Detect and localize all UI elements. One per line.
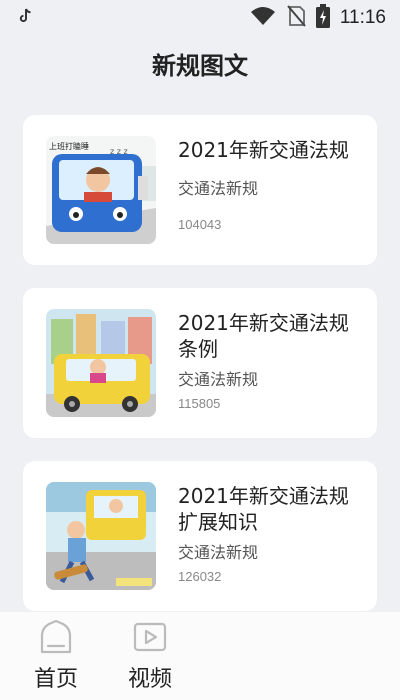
tab-video-label: 视频 xyxy=(127,667,172,692)
article-category: 交通法新规 xyxy=(178,179,259,198)
tab-home-label: 首页 xyxy=(33,667,78,692)
view-count: 104043 xyxy=(178,217,222,232)
bus-sign-text: 上班打瞌睡 xyxy=(49,141,89,151)
article-title-line: 条例 xyxy=(178,337,218,361)
thumbnail-image: 上班打瞌睡 z z z xyxy=(46,136,156,244)
view-count: 126032 xyxy=(178,569,222,584)
tab-home[interactable]: 首页 xyxy=(20,612,92,700)
article-title-line: 2021年新交通法规 xyxy=(178,484,349,508)
thumbnail-image xyxy=(46,309,156,417)
video-icon xyxy=(132,620,168,660)
article-title: 2021年新交通法规 xyxy=(178,137,367,163)
article-title-line: 2021年新交通法规 xyxy=(178,311,349,335)
battery-charging-icon xyxy=(315,4,330,32)
status-time: 11:16 xyxy=(339,7,386,28)
view-count: 115805 xyxy=(178,396,221,411)
thumbnail-image xyxy=(46,482,156,590)
home-icon xyxy=(38,619,74,660)
tab-video[interactable]: 视频 xyxy=(114,612,186,700)
article-category: 交通法新规 xyxy=(178,543,259,562)
article-title-line: 扩展知识 xyxy=(178,510,258,534)
page-title: 新规图文 xyxy=(152,52,248,80)
article-list: 上班打瞌睡 z z z 2021年新交通法规 交通法新规 104043 2021… xyxy=(23,115,377,634)
article-category: 交通法新规 xyxy=(178,370,259,389)
article-title: 2021年新交通法规 条例 xyxy=(178,310,367,362)
wifi-icon xyxy=(250,6,276,30)
article-card[interactable]: 2021年新交通法规 扩展知识 交通法新规 126032 xyxy=(23,461,377,611)
bottom-tab-bar: 首页 视频 xyxy=(0,612,400,700)
no-signal-icon xyxy=(286,5,306,31)
status-bar: 11:16 xyxy=(0,0,400,36)
bus-zzz-text: z z z xyxy=(110,147,128,156)
article-title: 2021年新交通法规 扩展知识 xyxy=(178,483,367,535)
article-card[interactable]: 上班打瞌睡 z z z 2021年新交通法规 交通法新规 104043 xyxy=(23,115,377,265)
tiktok-icon xyxy=(18,8,32,28)
article-card[interactable]: 2021年新交通法规 条例 交通法新规 115805 xyxy=(23,288,377,438)
article-title-line: 2021年新交通法规 xyxy=(178,138,349,162)
